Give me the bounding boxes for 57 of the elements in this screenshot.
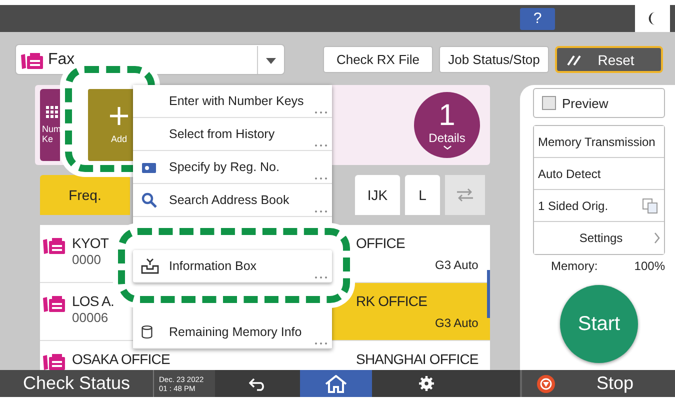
- destination-name: OSAKA OFFICE: [72, 351, 170, 368]
- search-icon: [141, 192, 157, 208]
- destination-name: RK OFFICE: [356, 293, 428, 310]
- reset-icon: [567, 54, 581, 66]
- more-icon: [314, 276, 328, 279]
- destination-name: SHANGHAI OFFICE: [356, 351, 478, 368]
- transmission-mode: G3 Auto: [434, 316, 478, 330]
- more-icon: [314, 342, 328, 345]
- tab[interactable]: L: [405, 175, 440, 215]
- header-button[interactable]: Job Status/Stop: [439, 46, 549, 73]
- function-label: Fax: [48, 50, 76, 68]
- plus-icon: [109, 106, 129, 126]
- fax-icon: [20, 52, 44, 70]
- database-icon: [141, 324, 153, 340]
- destination-number: 00006: [72, 310, 108, 325]
- home-button[interactable]: [300, 370, 372, 397]
- id-card-icon: [141, 160, 157, 174]
- memory-label: Memory:: [551, 259, 598, 273]
- menu-item[interactable]: Information Box: [133, 250, 332, 283]
- home-icon: [325, 374, 347, 392]
- destination-name: KYOT: [72, 235, 109, 252]
- preview-checkbox[interactable]: Preview: [533, 88, 665, 118]
- help-button[interactable]: ?: [520, 8, 555, 30]
- stop-icon: [537, 374, 555, 392]
- menu-item[interactable]: Remaining Memory Info: [133, 316, 332, 349]
- tab[interactable]: IJK: [355, 175, 400, 215]
- settings-icon: [418, 376, 434, 391]
- more-icon: [314, 111, 328, 114]
- check-status-button[interactable]: Check Status: [0, 370, 153, 397]
- details-button[interactable]: 1 Details: [414, 92, 480, 158]
- start-button[interactable]: Start: [560, 285, 638, 363]
- memory-value: 100%: [634, 259, 665, 273]
- tab[interactable]: Freq.: [40, 175, 130, 215]
- menu-item[interactable]: Specify by Reg. No.: [133, 151, 332, 184]
- header-button[interactable]: Check RX File: [323, 46, 433, 73]
- menu-item[interactable]: Search Address Book: [133, 184, 332, 217]
- destination-number: 0000: [72, 252, 101, 267]
- back-icon: [248, 376, 266, 390]
- more-icon: [314, 177, 328, 180]
- menu-item[interactable]: Select from History: [133, 118, 332, 151]
- stop-button[interactable]: Stop: [520, 370, 675, 397]
- destination-name: LOS A.: [72, 293, 114, 310]
- more-icon: [314, 210, 328, 213]
- reset-button[interactable]: Reset: [555, 46, 663, 73]
- more-icon: [314, 144, 328, 147]
- setting-option[interactable]: Memory Transmission: [534, 126, 664, 158]
- inbox-icon: [141, 258, 159, 274]
- transmission-mode: G3 Auto: [434, 258, 478, 272]
- keypad-icon: [46, 106, 58, 118]
- number-keys-tile[interactable]: Num Ke: [40, 89, 60, 161]
- swap-icon: [456, 188, 474, 202]
- chevron-icon: [442, 144, 452, 150]
- menu-item[interactable]: Enter with Number Keys: [133, 85, 332, 118]
- chevron-icon: [654, 232, 660, 244]
- scroll-bar: [487, 270, 490, 318]
- destination-name: OFFICE: [356, 235, 405, 252]
- pages-icon: [642, 198, 658, 214]
